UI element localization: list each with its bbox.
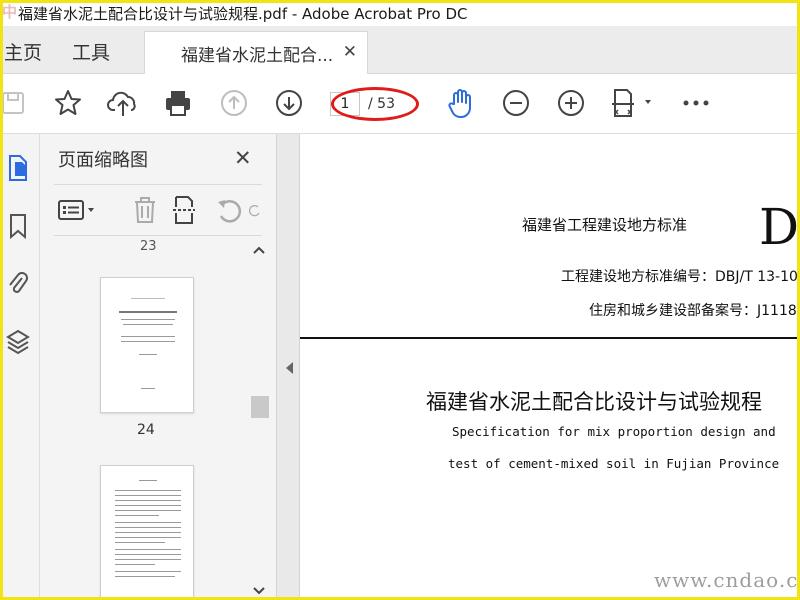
page-down-icon[interactable] (272, 86, 306, 120)
zoom-in-icon[interactable] (554, 86, 588, 120)
insert-page-icon[interactable] (170, 195, 200, 225)
rotate-icon[interactable] (214, 195, 244, 225)
doc-title-cn: 福建省水泥土配合比设计与试验规程 (426, 390, 762, 414)
close-panel-icon[interactable]: ✕ (234, 146, 252, 170)
corner-watermark: 中 (2, 3, 18, 21)
page-thumbnails-icon[interactable] (2, 152, 34, 184)
page-highlight-annotation (331, 87, 419, 121)
doc-standard-code-large: DB (759, 198, 800, 256)
fit-page-icon[interactable] (610, 86, 656, 120)
thumbnail-page-number: 24 (137, 422, 155, 438)
tab-document-label: 福建省水泥土配合... (181, 45, 334, 66)
window-title: 福建省水泥土配合比设计与试验规程.pdf - Adobe Acrobat Pro… (18, 4, 468, 23)
hand-icon[interactable] (444, 86, 478, 120)
thumbnail-list: 23 24 (40, 237, 276, 600)
tab-tools[interactable]: 工具 (72, 38, 110, 65)
more-icon[interactable] (679, 86, 713, 120)
rotate-clockwise-icon[interactable] (248, 195, 262, 225)
zoom-out-icon[interactable] (499, 86, 533, 120)
doc-header-rule (300, 337, 800, 339)
tab-home[interactable]: 主页 (4, 38, 42, 65)
star-icon[interactable] (51, 86, 85, 120)
cloud-upload-icon[interactable] (106, 86, 140, 120)
save-icon[interactable] (0, 86, 30, 120)
tab-document[interactable]: 福建省水泥土配合... ✕ (144, 31, 368, 74)
panel-title: 页面缩略图 (58, 150, 148, 171)
doc-standard-number: 工程建设地方标准编号：DBJ/T 13-10 (561, 269, 798, 285)
doc-record-number: 住房和城乡建设部备案号：J1118 (589, 303, 797, 319)
print-icon[interactable] (161, 86, 195, 120)
document-page: 福建省工程建设地方标准 DB 工程建设地方标准编号：DBJ/T 13-10 住房… (300, 134, 800, 600)
scroll-down-icon[interactable] (252, 586, 266, 596)
scroll-up-icon[interactable] (252, 245, 266, 255)
delete-page-icon[interactable] (130, 195, 160, 225)
window-titlebar: 福建省水泥土配合比设计与试验规程.pdf - Adobe Acrobat Pro… (0, 0, 800, 26)
bookmark-icon[interactable] (2, 210, 34, 242)
doc-title-en-line1: Specification for mix proportion design … (452, 424, 776, 439)
close-tab-icon[interactable]: ✕ (343, 42, 357, 62)
doc-standard-type: 福建省工程建设地方标准 (522, 216, 688, 234)
page-up-icon[interactable] (217, 86, 251, 120)
thumbnail-page-24[interactable] (100, 277, 194, 413)
thumbnail-page-25[interactable] (100, 465, 194, 600)
thumbnail-label-partial: 23 (140, 239, 157, 254)
scrollbar-thumb[interactable] (251, 396, 269, 418)
thumbnail-scrollbar[interactable] (250, 237, 269, 600)
panel-toolbar (54, 184, 262, 236)
doc-title-en-line2: test of cement-mixed soil in Fujian Prov… (448, 456, 780, 471)
thumbnail-options-icon[interactable] (56, 195, 100, 225)
thumbnail-panel: 页面缩略图 ✕ 23 24 (40, 134, 276, 600)
site-watermark: www.cndao.com (654, 568, 800, 592)
layers-icon[interactable] (2, 326, 34, 358)
collapse-panel-icon[interactable] (286, 362, 293, 374)
tab-bar: 主页 工具 福建省水泥土配合... ✕ (0, 26, 800, 74)
left-nav-rail (0, 134, 40, 600)
attachment-icon[interactable] (2, 268, 34, 300)
